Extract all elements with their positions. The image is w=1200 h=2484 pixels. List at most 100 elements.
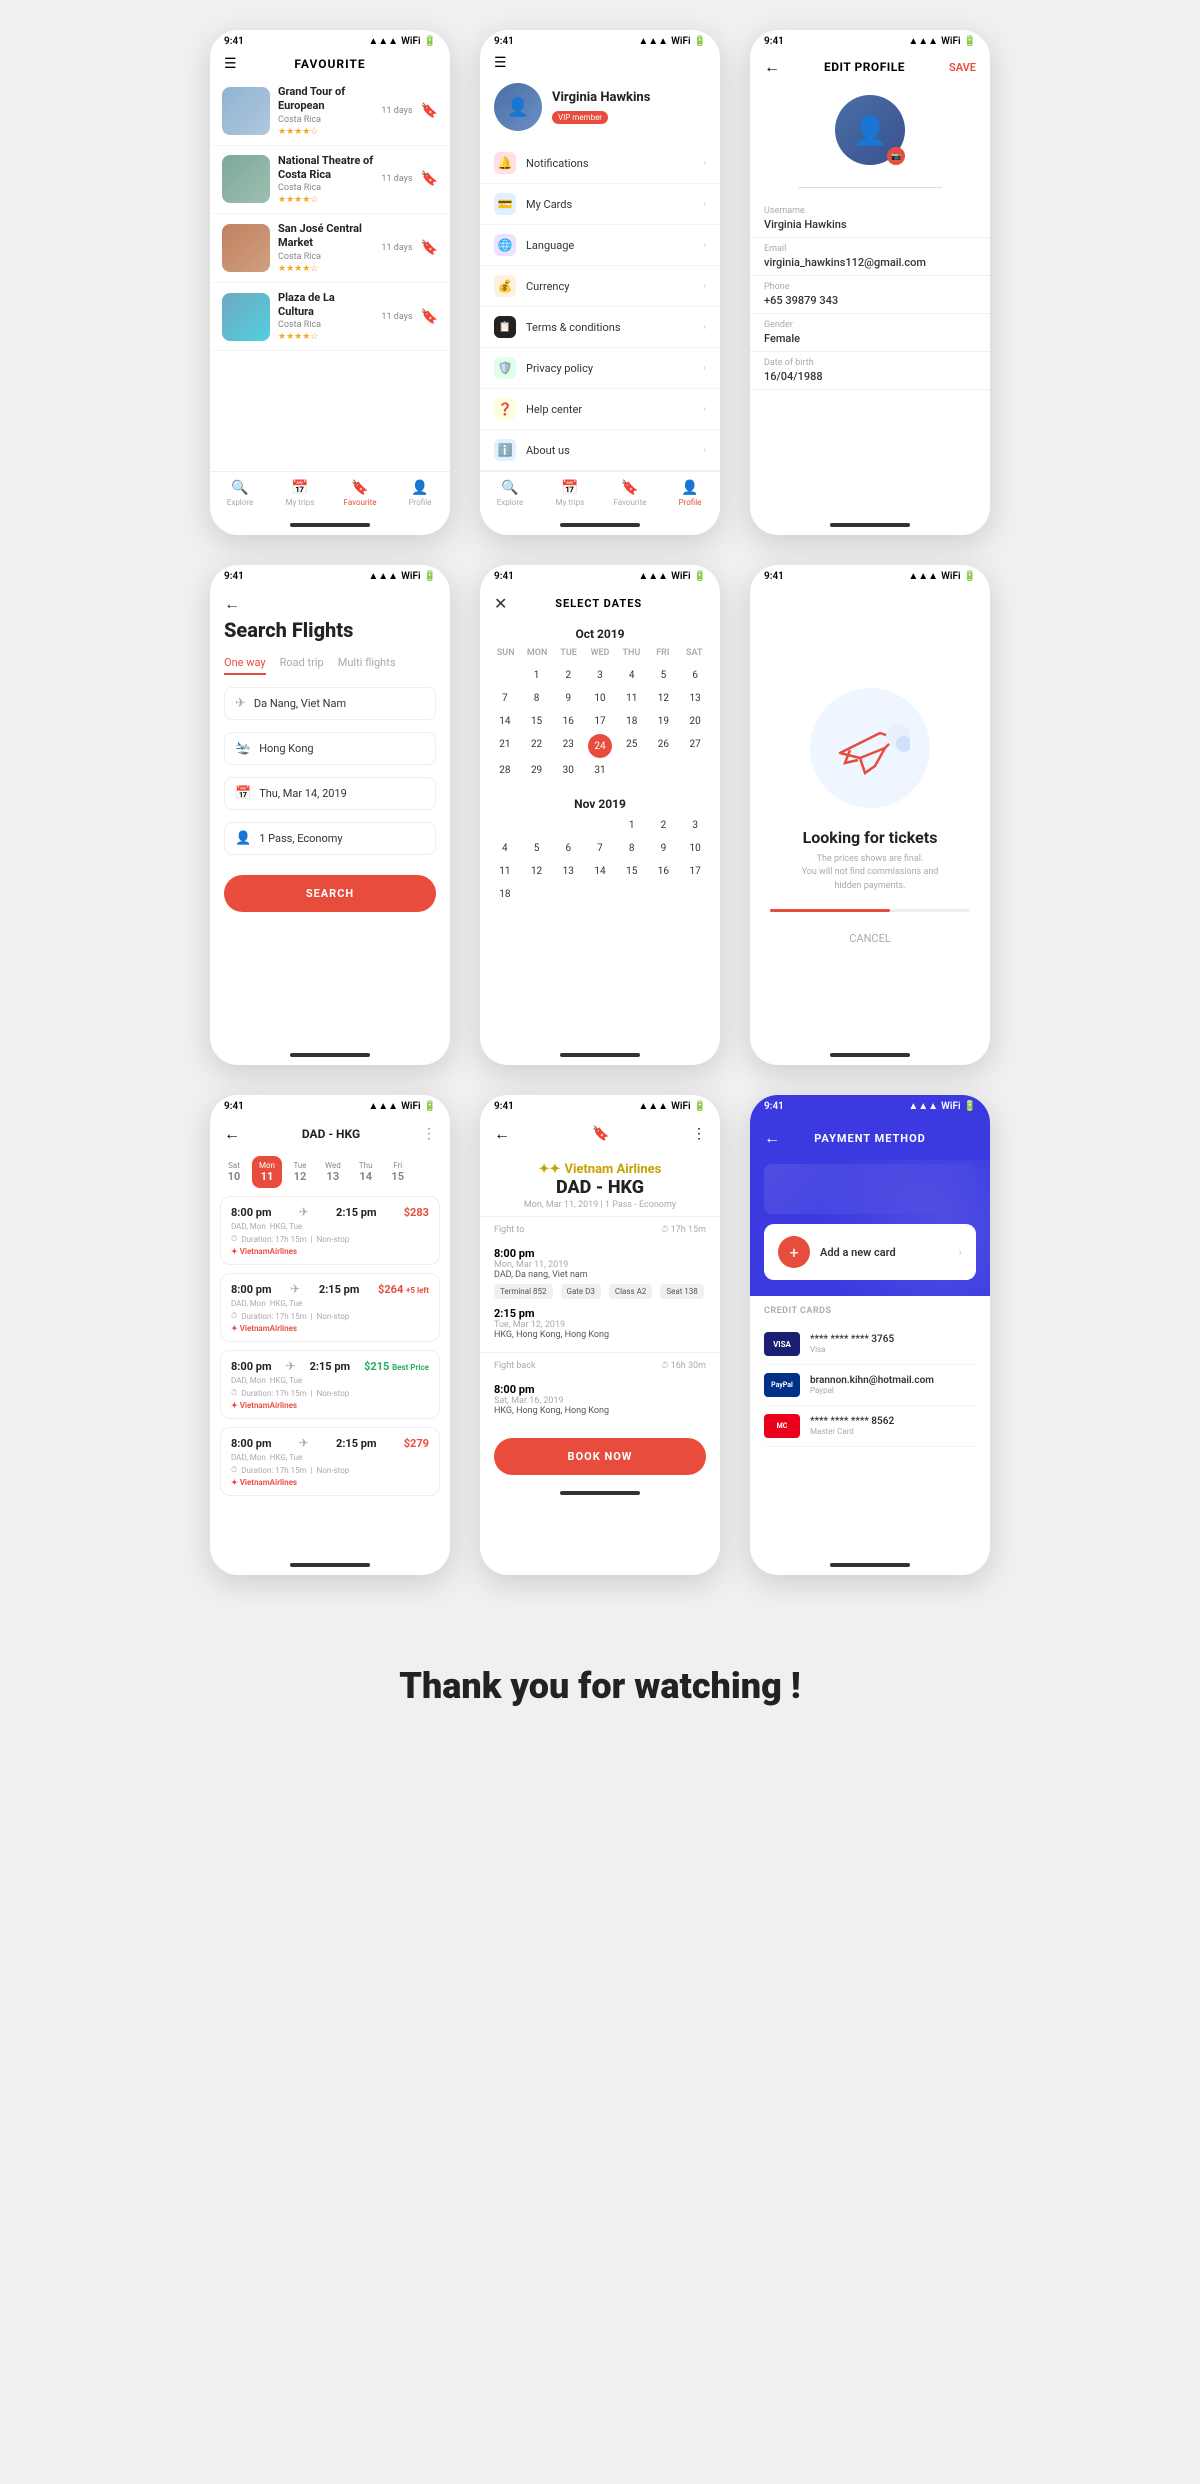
fav-bookmark-3[interactable]: 🔖 (421, 240, 438, 256)
cal-day[interactable]: 18 (617, 711, 647, 732)
cal-day[interactable]: 1 (522, 665, 552, 686)
date-tab-wed[interactable]: Wed 13 (318, 1156, 348, 1188)
more-options-icon[interactable]: ⋮ (422, 1126, 436, 1142)
cal-day[interactable]: 27 (680, 734, 710, 758)
nav-mytrips-2[interactable]: 📅 My trips (540, 480, 600, 507)
fav-bookmark-4[interactable]: 🔖 (421, 309, 438, 325)
cal-day[interactable]: 6 (680, 665, 710, 686)
cal-day[interactable]: 23 (553, 734, 583, 758)
menu-currency[interactable]: 💰 Currency › (480, 266, 720, 307)
menu-privacy[interactable]: 🛡️ Privacy policy › (480, 348, 720, 389)
nav-favourite-2[interactable]: 🔖 Favourite (600, 480, 660, 507)
cal-day[interactable]: 14 (490, 711, 520, 732)
cal-day[interactable]: 29 (522, 760, 552, 781)
cal-day[interactable]: 12 (522, 861, 552, 882)
tab-roadtrip[interactable]: Road trip (280, 656, 324, 675)
hamburger-icon[interactable]: ☰ (494, 55, 507, 71)
cal-day[interactable]: 14 (585, 861, 615, 882)
email-value[interactable]: virginia_hawkins112@gmail.com (764, 256, 976, 269)
username-value[interactable]: Virginia Hawkins (764, 218, 976, 231)
cal-day[interactable]: 13 (680, 688, 710, 709)
cal-close-btn[interactable]: ✕ (494, 594, 507, 613)
phone-value[interactable]: +65 39879 343 (764, 294, 976, 307)
cal-day[interactable]: 7 (490, 688, 520, 709)
date-tab-sat[interactable]: Sat 10 (220, 1156, 248, 1188)
date-tab-tue[interactable]: Tue 12 (286, 1156, 314, 1188)
menu-language[interactable]: 🌐 Language › (480, 225, 720, 266)
gender-value[interactable]: Female (764, 332, 976, 345)
cal-day-selected[interactable]: 24 (588, 734, 612, 758)
cal-day[interactable]: 4 (617, 665, 647, 686)
cal-day[interactable]: 10 (680, 838, 710, 859)
flight-result-3[interactable]: 8:00 pm ✈ 2:15 pm $215 Best Price DAD, M… (220, 1350, 440, 1419)
tab-oneway[interactable]: One way (224, 656, 266, 675)
cal-day[interactable]: 15 (617, 861, 647, 882)
cal-day[interactable]: 9 (649, 838, 679, 859)
fav-item-3[interactable]: San José Central Market Costa Rica ★★★★☆… (210, 214, 450, 283)
cal-day[interactable]: 11 (490, 861, 520, 882)
flight-result-4[interactable]: 8:00 pm ✈ 2:15 pm $279 DAD, Mon HKG, Tue… (220, 1427, 440, 1496)
edit-back-icon[interactable]: ← (764, 57, 780, 77)
edit-save-btn[interactable]: SAVE (949, 61, 976, 74)
menu-about[interactable]: ℹ️ About us › (480, 430, 720, 471)
nav-favourite-1[interactable]: 🔖 Favourite (330, 480, 390, 507)
from-field[interactable]: ✈ Da Nang, Viet Nam (224, 687, 436, 720)
cal-day[interactable]: 5 (522, 838, 552, 859)
cal-day[interactable]: 4 (490, 838, 520, 859)
book-now-button[interactable]: BOOK NOW (494, 1438, 706, 1475)
dob-value[interactable]: 16/04/1988 (764, 370, 976, 383)
search-button[interactable]: SEARCH (224, 875, 436, 912)
results-back-btn[interactable]: ← (224, 1124, 240, 1144)
to-field[interactable]: 🛬 Hong Kong (224, 732, 436, 765)
fav-bookmark-2[interactable]: 🔖 (421, 171, 438, 187)
fav-item-2[interactable]: National Theatre of Costa Rica Costa Ric… (210, 146, 450, 215)
cal-day[interactable]: 17 (680, 861, 710, 882)
cal-day[interactable]: 3 (680, 815, 710, 836)
cal-day[interactable]: 6 (553, 838, 583, 859)
fav-item-4[interactable]: Plaza de La Cultura Costa Rica ★★★★☆ 11 … (210, 283, 450, 352)
cal-day[interactable]: 11 (617, 688, 647, 709)
cal-day[interactable]: 5 (649, 665, 679, 686)
nav-mytrips-1[interactable]: 📅 My trips (270, 480, 330, 507)
flight-result-1[interactable]: 8:00 pm ✈ 2:15 pm $283 DAD, Mon HKG, Tue… (220, 1196, 440, 1265)
date-field[interactable]: 📅 Thu, Mar 14, 2019 (224, 777, 436, 810)
cal-day[interactable]: 15 (522, 711, 552, 732)
nav-explore-1[interactable]: 🔍 Explore (210, 480, 270, 507)
menu-notifications[interactable]: 🔔 Notifications › (480, 143, 720, 184)
cal-day[interactable]: 16 (649, 861, 679, 882)
detail-bookmark-icon[interactable]: 🔖 (592, 1126, 609, 1142)
cc-item-mc[interactable]: MC **** **** **** 8562 Master Card (764, 1406, 976, 1447)
nav-profile-1[interactable]: 👤 Profile (390, 480, 450, 507)
cal-day[interactable]: 17 (585, 711, 615, 732)
cal-day[interactable]: 13 (553, 861, 583, 882)
cal-day[interactable]: 16 (553, 711, 583, 732)
nav-profile-2[interactable]: 👤 Profile (660, 480, 720, 507)
cal-day[interactable]: 20 (680, 711, 710, 732)
cal-day[interactable]: 18 (490, 884, 520, 905)
cal-day[interactable]: 19 (649, 711, 679, 732)
date-tab-thu[interactable]: Thu 14 (352, 1156, 380, 1188)
menu-icon[interactable]: ☰ (224, 56, 237, 72)
cal-day[interactable]: 3 (585, 665, 615, 686)
nav-explore-2[interactable]: 🔍 Explore (480, 480, 540, 507)
cal-day[interactable]: 1 (617, 815, 647, 836)
fav-item-1[interactable]: Grand Tour of European Costa Rica ★★★★☆ … (210, 77, 450, 146)
tab-multiflights[interactable]: Multi flights (338, 656, 396, 675)
cal-day[interactable]: 7 (585, 838, 615, 859)
detail-more-icon[interactable]: ⋮ (692, 1126, 706, 1142)
cal-day[interactable]: 2 (553, 665, 583, 686)
cal-day[interactable]: 31 (585, 760, 615, 781)
cal-day[interactable]: 26 (649, 734, 679, 758)
cal-day[interactable]: 12 (649, 688, 679, 709)
cal-day[interactable]: 2 (649, 815, 679, 836)
menu-terms[interactable]: 📋 Terms & conditions › (480, 307, 720, 348)
search-back-btn[interactable]: ← (224, 594, 436, 614)
date-tab-mon[interactable]: Mon 11 (252, 1156, 282, 1188)
payment-back-btn[interactable]: ← (764, 1128, 780, 1148)
cc-item-visa[interactable]: VISA **** **** **** 3765 Visa (764, 1324, 976, 1365)
cal-day[interactable]: 22 (522, 734, 552, 758)
cal-day[interactable]: 8 (617, 838, 647, 859)
cancel-button[interactable]: CANCEL (849, 932, 891, 945)
menu-mycards[interactable]: 💳 My Cards › (480, 184, 720, 225)
passengers-field[interactable]: 👤 1 Pass, Economy (224, 822, 436, 855)
